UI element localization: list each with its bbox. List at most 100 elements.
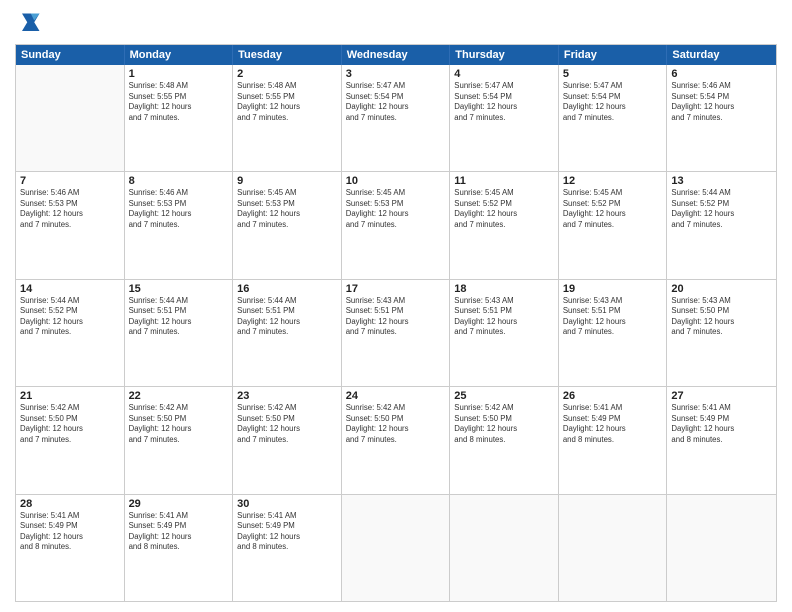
table-row: 6Sunrise: 5:46 AM Sunset: 5:54 PM Daylig… (667, 65, 776, 171)
table-row: 10Sunrise: 5:45 AM Sunset: 5:53 PM Dayli… (342, 172, 451, 278)
calendar-header-row: SundayMondayTuesdayWednesdayThursdayFrid… (16, 45, 776, 65)
table-row: 22Sunrise: 5:42 AM Sunset: 5:50 PM Dayli… (125, 387, 234, 493)
calendar-week-1: 1 Sunrise: 5:48 AM Sunset: 5:55 PM Daylig… (16, 65, 776, 172)
table-row: 3Sunrise: 5:47 AM Sunset: 5:54 PM Daylig… (342, 65, 451, 171)
table-row: 19Sunrise: 5:43 AM Sunset: 5:51 PM Dayli… (559, 280, 668, 386)
day-details: Sunrise: 5:45 AM Sunset: 5:52 PM Dayligh… (454, 188, 554, 230)
day-number: 15 (129, 283, 229, 295)
cal-header-wednesday: Wednesday (342, 45, 451, 65)
table-row: 9Sunrise: 5:45 AM Sunset: 5:53 PM Daylig… (233, 172, 342, 278)
day-number: 23 (237, 390, 337, 402)
day-number: 30 (237, 498, 337, 510)
day-details: Sunrise: 5:45 AM Sunset: 5:53 PM Dayligh… (346, 188, 446, 230)
calendar-week-4: 21Sunrise: 5:42 AM Sunset: 5:50 PM Dayli… (16, 387, 776, 494)
logo (15, 10, 47, 38)
day-details: Sunrise: 5:42 AM Sunset: 5:50 PM Dayligh… (454, 403, 554, 445)
table-row: 5Sunrise: 5:47 AM Sunset: 5:54 PM Daylig… (559, 65, 668, 171)
day-details: Sunrise: 5:42 AM Sunset: 5:50 PM Dayligh… (20, 403, 120, 445)
day-details: Sunrise: 5:44 AM Sunset: 5:51 PM Dayligh… (237, 296, 337, 338)
day-details: Sunrise: 5:43 AM Sunset: 5:51 PM Dayligh… (563, 296, 663, 338)
day-details: Sunrise: 5:45 AM Sunset: 5:52 PM Dayligh… (563, 188, 663, 230)
day-number: 14 (20, 283, 120, 295)
day-details: Sunrise: 5:47 AM Sunset: 5:54 PM Dayligh… (454, 81, 554, 123)
cal-header-friday: Friday (559, 45, 668, 65)
cal-header-tuesday: Tuesday (233, 45, 342, 65)
day-details: Sunrise: 5:41 AM Sunset: 5:49 PM Dayligh… (671, 403, 772, 445)
table-row: 28Sunrise: 5:41 AM Sunset: 5:49 PM Dayli… (16, 495, 125, 601)
day-details: Sunrise: 5:45 AM Sunset: 5:53 PM Dayligh… (237, 188, 337, 230)
day-number: 26 (563, 390, 663, 402)
day-number: 29 (129, 498, 229, 510)
table-row: 29Sunrise: 5:41 AM Sunset: 5:49 PM Dayli… (125, 495, 234, 601)
cal-header-monday: Monday (125, 45, 234, 65)
day-details: Sunrise: 5:48 AM Sunset: 5:55 PM Dayligh… (237, 81, 337, 123)
day-number: 6 (671, 68, 772, 80)
calendar-week-2: 7Sunrise: 5:46 AM Sunset: 5:53 PM Daylig… (16, 172, 776, 279)
day-number: 27 (671, 390, 772, 402)
table-row: 8Sunrise: 5:46 AM Sunset: 5:53 PM Daylig… (125, 172, 234, 278)
table-row: 25Sunrise: 5:42 AM Sunset: 5:50 PM Dayli… (450, 387, 559, 493)
day-number: 8 (129, 175, 229, 187)
day-number: 11 (454, 175, 554, 187)
table-row (667, 495, 776, 601)
header (15, 10, 777, 38)
day-number: 4 (454, 68, 554, 80)
day-number: 13 (671, 175, 772, 187)
day-number: 28 (20, 498, 120, 510)
cal-header-thursday: Thursday (450, 45, 559, 65)
table-row (342, 495, 451, 601)
table-row: 23Sunrise: 5:42 AM Sunset: 5:50 PM Dayli… (233, 387, 342, 493)
day-details: Sunrise: 5:41 AM Sunset: 5:49 PM Dayligh… (129, 511, 229, 553)
day-details: Sunrise: 5:43 AM Sunset: 5:50 PM Dayligh… (671, 296, 772, 338)
calendar-body: 1 Sunrise: 5:48 AM Sunset: 5:55 PM Daylig… (16, 65, 776, 601)
table-row: 24Sunrise: 5:42 AM Sunset: 5:50 PM Dayli… (342, 387, 451, 493)
day-details: Sunrise: 5:46 AM Sunset: 5:53 PM Dayligh… (20, 188, 120, 230)
day-number: 5 (563, 68, 663, 80)
table-row: 12Sunrise: 5:45 AM Sunset: 5:52 PM Dayli… (559, 172, 668, 278)
day-number: 1 (129, 68, 229, 80)
table-row: 30Sunrise: 5:41 AM Sunset: 5:49 PM Dayli… (233, 495, 342, 601)
day-number: 9 (237, 175, 337, 187)
table-row (16, 65, 125, 171)
table-row (559, 495, 668, 601)
day-number: 18 (454, 283, 554, 295)
day-details: Sunrise: 5:46 AM Sunset: 5:54 PM Dayligh… (671, 81, 772, 123)
day-details: Sunrise: 5:42 AM Sunset: 5:50 PM Dayligh… (237, 403, 337, 445)
table-row: 1Sunrise: 5:48 AM Sunset: 5:55 PM Daylig… (125, 65, 234, 171)
table-row: 21Sunrise: 5:42 AM Sunset: 5:50 PM Dayli… (16, 387, 125, 493)
day-number: 24 (346, 390, 446, 402)
calendar-week-3: 14Sunrise: 5:44 AM Sunset: 5:52 PM Dayli… (16, 280, 776, 387)
page: SundayMondayTuesdayWednesdayThursdayFrid… (0, 0, 792, 612)
calendar: SundayMondayTuesdayWednesdayThursdayFrid… (15, 44, 777, 602)
day-details: Sunrise: 5:43 AM Sunset: 5:51 PM Dayligh… (346, 296, 446, 338)
table-row: 17Sunrise: 5:43 AM Sunset: 5:51 PM Dayli… (342, 280, 451, 386)
day-number: 16 (237, 283, 337, 295)
cal-header-saturday: Saturday (667, 45, 776, 65)
day-number: 22 (129, 390, 229, 402)
table-row: 13Sunrise: 5:44 AM Sunset: 5:52 PM Dayli… (667, 172, 776, 278)
day-number: 19 (563, 283, 663, 295)
day-number: 20 (671, 283, 772, 295)
logo-icon (15, 10, 43, 38)
day-number: 7 (20, 175, 120, 187)
table-row: 20Sunrise: 5:43 AM Sunset: 5:50 PM Dayli… (667, 280, 776, 386)
table-row: 16Sunrise: 5:44 AM Sunset: 5:51 PM Dayli… (233, 280, 342, 386)
day-details: Sunrise: 5:47 AM Sunset: 5:54 PM Dayligh… (346, 81, 446, 123)
day-details: Sunrise: 5:44 AM Sunset: 5:51 PM Dayligh… (129, 296, 229, 338)
day-details: Sunrise: 5:41 AM Sunset: 5:49 PM Dayligh… (563, 403, 663, 445)
day-number: 17 (346, 283, 446, 295)
table-row: 4Sunrise: 5:47 AM Sunset: 5:54 PM Daylig… (450, 65, 559, 171)
day-details: Sunrise: 5:46 AM Sunset: 5:53 PM Dayligh… (129, 188, 229, 230)
day-details: Sunrise: 5:41 AM Sunset: 5:49 PM Dayligh… (20, 511, 120, 553)
table-row: 18Sunrise: 5:43 AM Sunset: 5:51 PM Dayli… (450, 280, 559, 386)
day-number: 10 (346, 175, 446, 187)
day-number: 3 (346, 68, 446, 80)
day-details: Sunrise: 5:43 AM Sunset: 5:51 PM Dayligh… (454, 296, 554, 338)
day-number: 2 (237, 68, 337, 80)
day-number: 21 (20, 390, 120, 402)
day-details: Sunrise: 5:42 AM Sunset: 5:50 PM Dayligh… (346, 403, 446, 445)
table-row (450, 495, 559, 601)
table-row: 27Sunrise: 5:41 AM Sunset: 5:49 PM Dayli… (667, 387, 776, 493)
table-row: 11Sunrise: 5:45 AM Sunset: 5:52 PM Dayli… (450, 172, 559, 278)
table-row: 14Sunrise: 5:44 AM Sunset: 5:52 PM Dayli… (16, 280, 125, 386)
